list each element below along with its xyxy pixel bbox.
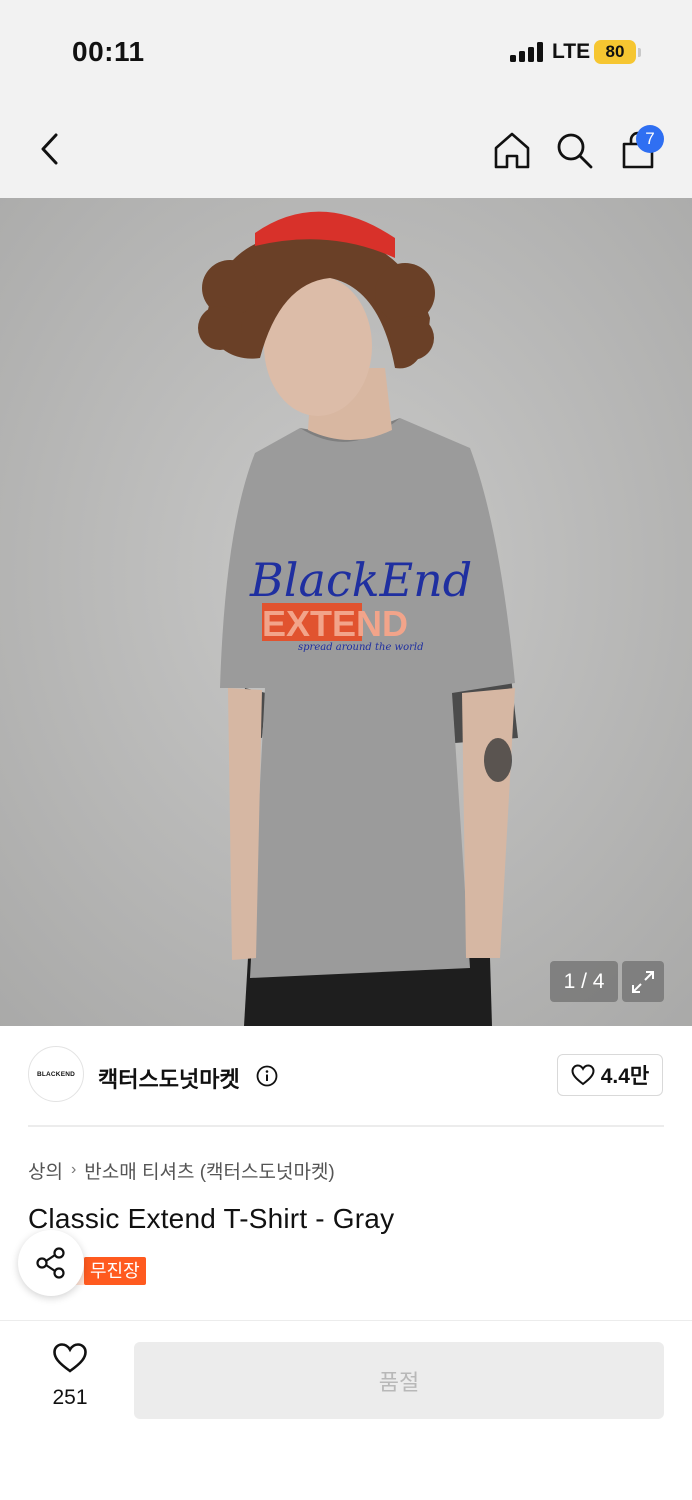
search-button[interactable] [550, 126, 598, 174]
heart-icon [571, 1064, 595, 1086]
breadcrumb-item-category[interactable]: 상의 [28, 1157, 63, 1184]
brand-like-count: 4.4만 [600, 1065, 650, 1088]
model-photo: BlackEnd EXTEND spread around the world [0, 198, 692, 1026]
product-page: 00:11 LTE 80 7 BlackEnd EXTEND spread ar… [0, 0, 692, 1500]
signal-icon [510, 42, 546, 62]
battery-level: 80 [605, 42, 625, 61]
expand-icon [632, 970, 654, 993]
wishlist-count: 251 [52, 1386, 88, 1409]
chevron-left-icon [41, 133, 58, 165]
product-title: Classic Extend T-Shirt - Gray [28, 1203, 395, 1234]
svg-text:BlackEnd: BlackEnd [249, 553, 472, 607]
home-icon [494, 132, 530, 169]
network-label: LTE [552, 40, 591, 63]
brand-logo[interactable]: BLACKEND [28, 1046, 84, 1102]
share-icon [36, 1247, 65, 1279]
cart-count-badge: 7 [636, 125, 664, 153]
back-button[interactable] [26, 125, 74, 173]
wishlist-button[interactable]: 251 [32, 1342, 108, 1414]
image-counter: 1 / 4 [550, 961, 618, 1002]
status-time: 00:11 [72, 36, 145, 67]
brand-name[interactable]: 캑터스도넛마켓 [98, 1062, 240, 1094]
product-image[interactable]: BlackEnd EXTEND spread around the world [0, 198, 692, 1026]
svg-text:EXTEND: EXTEND [262, 603, 408, 644]
search-icon [557, 133, 593, 169]
expand-image-button[interactable] [622, 961, 664, 1002]
home-button[interactable] [488, 126, 536, 174]
info-icon[interactable] [256, 1065, 278, 1087]
share-button[interactable] [18, 1230, 84, 1296]
heart-outline-icon [53, 1343, 87, 1373]
sold-out-button[interactable]: 품절 [134, 1342, 664, 1419]
divider [28, 1125, 664, 1127]
brand-like-button[interactable]: 4.4만 [557, 1054, 663, 1096]
chevron-right-icon: › [70, 1161, 77, 1178]
breadcrumb-item-subcategory[interactable]: 반소매 티셔츠 (캑터스도넛마켓) [84, 1157, 334, 1184]
status-bar: 00:11 LTE 80 [0, 0, 692, 98]
brand-row: BLACKEND 캑터스도넛마켓 4.4만 [0, 1026, 692, 1126]
battery-icon: 80 [594, 40, 636, 64]
svg-text:spread around the world: spread around the world [298, 642, 424, 653]
promo-badge: 무진장 [84, 1257, 146, 1285]
breadcrumb: 상의 › 반소매 티셔츠 (캑터스도넛마켓) [28, 1156, 335, 1184]
battery-cap [638, 48, 641, 57]
